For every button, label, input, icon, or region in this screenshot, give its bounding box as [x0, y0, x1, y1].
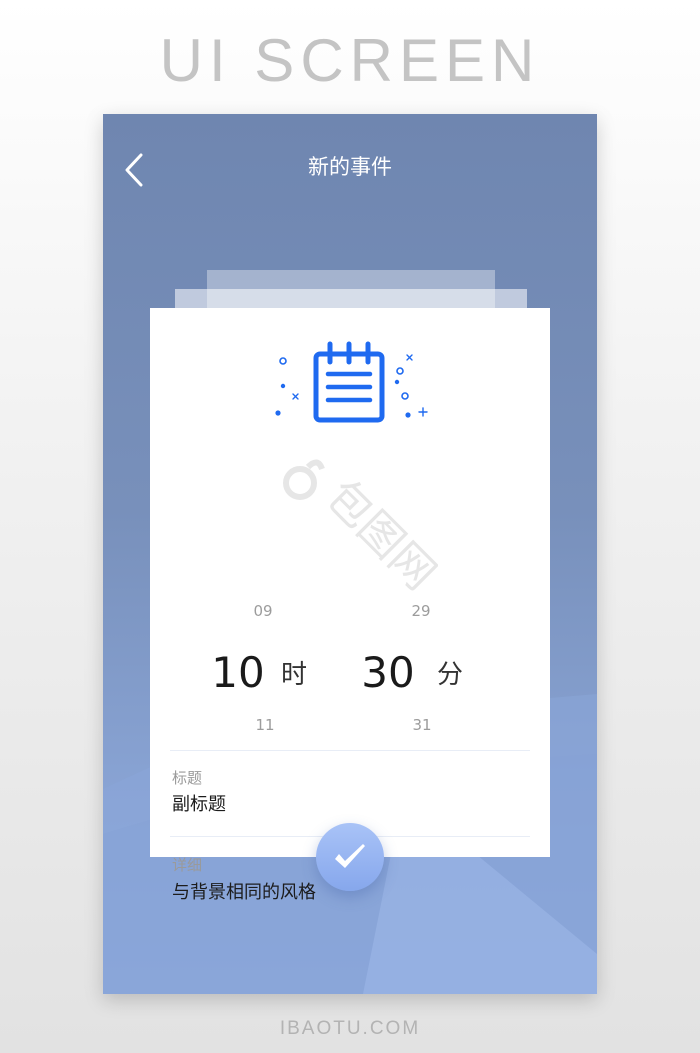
title-field-label: 标题 [172, 769, 203, 787]
notepad-icon [275, 341, 428, 423]
page-title: 新的事件 [308, 155, 392, 179]
confirm-button[interactable] [316, 823, 384, 891]
hour-current[interactable]: 10 [198, 648, 278, 698]
event-card: 包图网 09 10 时 11 29 30 分 31 标题 副标题 详细 与背景相… [150, 308, 550, 903]
banner-title: UI SCREEN [159, 27, 541, 94]
watermark-text: 包图网 [316, 471, 438, 600]
detail-field-label: 详细 [172, 856, 203, 874]
divider [170, 750, 530, 751]
hour-unit-label: 时 [280, 660, 307, 690]
checkmark-icon [335, 844, 365, 868]
watermark-logo: 包图网 [283, 459, 438, 600]
footer-brand: IBAOTU.COM [279, 1018, 421, 1039]
phone-screen: 新的事件 包图网 09 10 时 11 29 30 分 31 标题 副标题 详细… [103, 114, 597, 994]
title-field-value[interactable]: 副标题 [172, 793, 226, 817]
hour-prev[interactable]: 09 [238, 602, 288, 620]
detail-field-value[interactable]: 与背景相同的风格 [172, 881, 316, 905]
minute-unit-label: 分 [436, 660, 463, 690]
minute-current[interactable]: 30 [348, 648, 428, 698]
minute-prev[interactable]: 29 [396, 602, 446, 620]
minute-next[interactable]: 31 [397, 716, 447, 734]
hour-next[interactable]: 11 [240, 716, 290, 734]
